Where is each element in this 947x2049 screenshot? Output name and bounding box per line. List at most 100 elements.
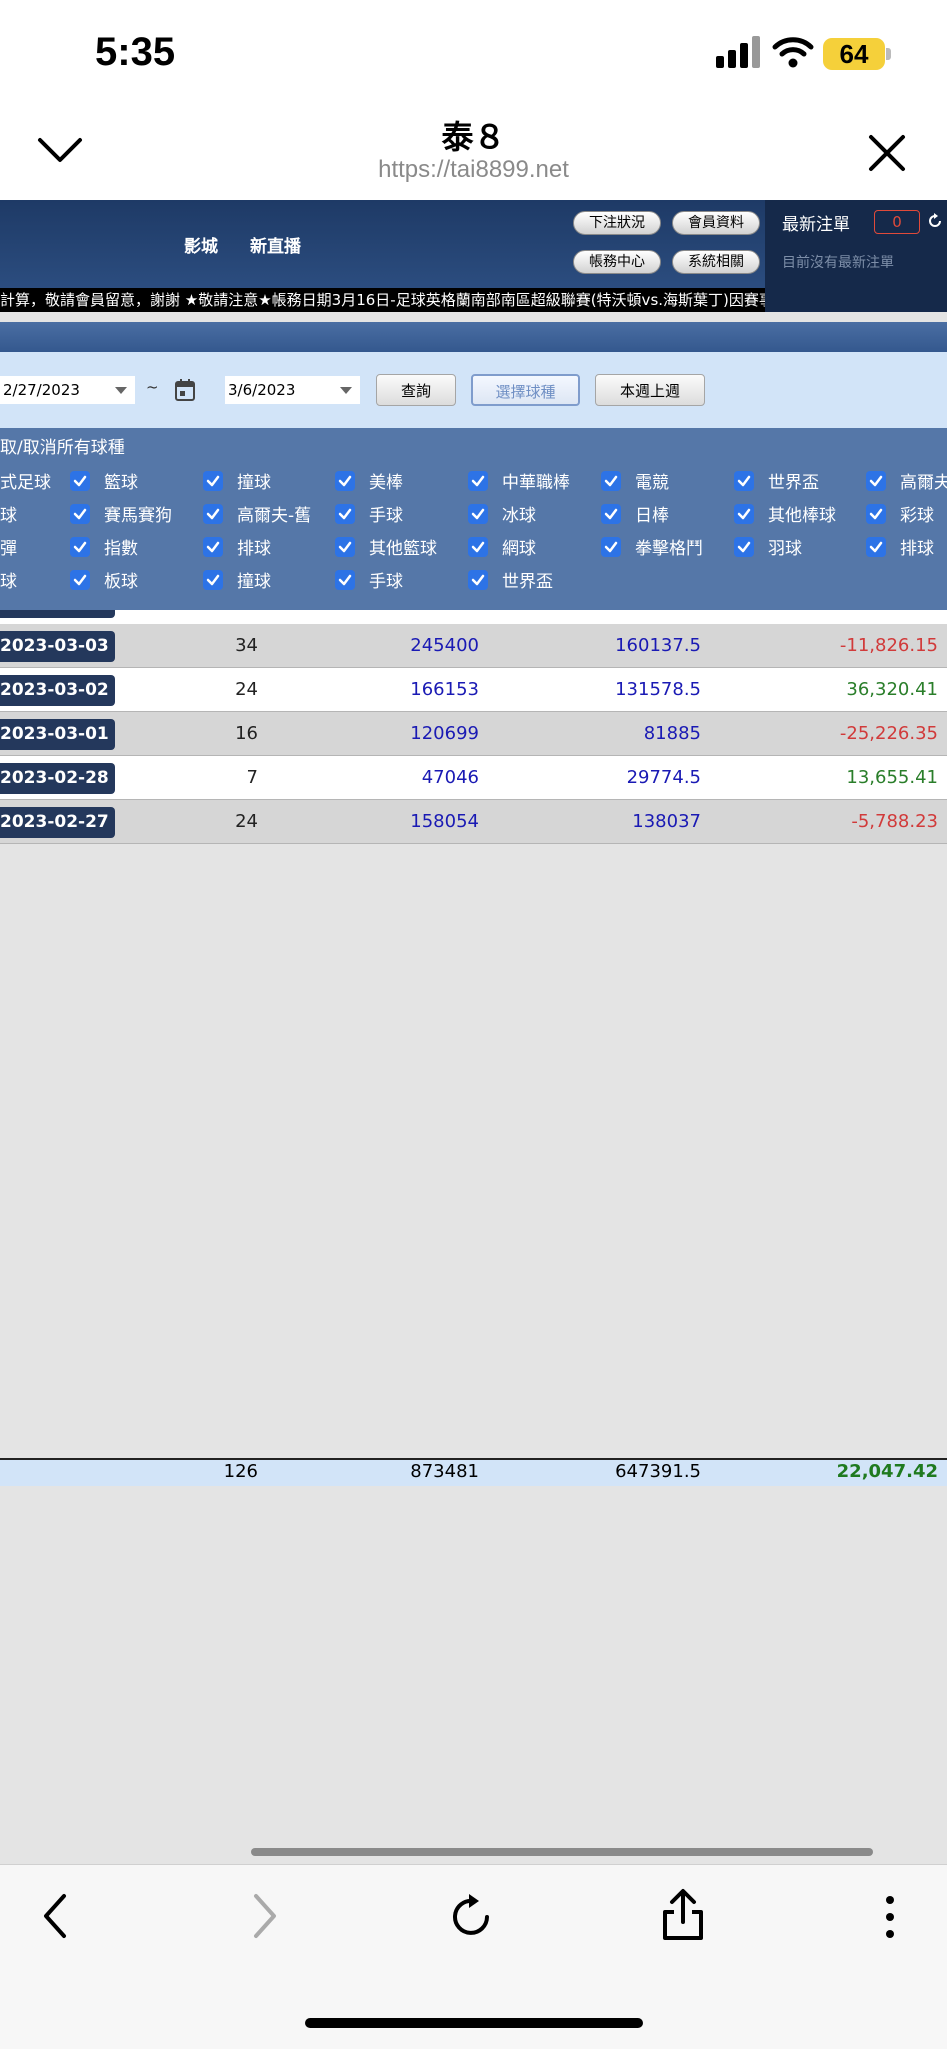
checkbox-icon[interactable] [601,537,621,557]
checkbox-icon[interactable] [866,471,886,491]
checkbox-icon[interactable] [335,504,355,524]
bet-amount[interactable]: 166153 [410,668,479,712]
browser-url: https://tai8899.net [378,156,569,183]
status-time: 5:35 [95,30,176,74]
table-row: 2023-03-03 34 245400 160137.5 -11,826.15 [0,624,947,668]
sport-label: 賽馬賽狗 [104,506,172,526]
checkbox-icon[interactable] [70,504,90,524]
bet-count: 7 [246,767,258,788]
checkbox-icon[interactable] [468,570,488,590]
date-button[interactable]: 2023-02-28 [0,763,115,794]
browser-title: 泰８ [441,118,506,156]
sport-label: 排球 [237,539,271,559]
toggle-all-sports[interactable]: 取/取消所有球種 [0,433,125,458]
checkbox-icon[interactable] [70,537,90,557]
bet-count: 16 [235,723,258,744]
table-top-spacer [0,610,947,624]
select-sport-button[interactable]: 選擇球種 [471,374,580,406]
sport-label: 高爾夫 [900,473,947,493]
date-button[interactable]: 2023-02-27 [0,807,115,838]
table-row: 2023-02-28 7 47046 29774.5 13,655.41 [0,756,947,800]
latest-bets-count: 0 [874,210,920,234]
sport-label: 籃球 [104,473,138,493]
checkbox-icon[interactable] [203,537,223,557]
totals-row: 126 873481 647391.5 22,047.42 [0,1458,947,1486]
sport-label: 手球 [369,572,403,592]
checkbox-icon[interactable] [601,504,621,524]
checkbox-icon[interactable] [70,471,90,491]
chevron-down-icon [115,387,127,394]
horizontal-scrollbar[interactable] [251,1848,873,1856]
bet-count: 24 [235,679,258,700]
sport-label: 電競 [635,473,669,493]
sport-label: 美棒 [369,473,403,493]
checkbox-icon[interactable] [468,471,488,491]
valid-amount[interactable]: 29774.5 [627,756,701,800]
checkbox-icon[interactable] [70,570,90,590]
nav-link-cinema[interactable]: 影城 [184,232,218,257]
sport-label: 拳擊格鬥 [635,539,703,559]
sport-label: 彩球 [900,506,934,526]
sport-label: 網球 [502,539,536,559]
valid-amount[interactable]: 131578.5 [615,668,701,712]
win-loss: -11,826.15 [839,635,938,656]
news-ticker: 計算，敬請會員留意，謝謝 ★敬請注意★帳務日期3月16日-足球英格蘭南部南區超級… [0,288,765,312]
sport-label: 羽球 [768,539,802,559]
sport-label: 中華職棒 [502,473,570,493]
latest-bets-title: 最新注單 [782,215,850,235]
valid-amount[interactable]: 81885 [644,712,701,756]
bet-amount[interactable]: 120699 [410,712,479,756]
date-button[interactable]: 2023-03-03 [0,631,115,662]
section-bar [0,322,947,352]
bet-amount[interactable]: 245400 [410,624,479,668]
bet-count: 24 [235,811,258,832]
valid-amount[interactable]: 138037 [632,800,701,844]
system-button[interactable]: 系統相關 [672,250,760,274]
share-icon[interactable] [660,1888,706,1942]
date-from-value: 2/27/2023 [3,381,80,399]
member-info-button[interactable]: 會員資料 [672,211,760,235]
more-icon[interactable] [882,1894,898,1940]
refresh-icon[interactable] [926,212,944,230]
sport-label: 手球 [369,506,403,526]
checkbox-icon[interactable] [203,471,223,491]
back-icon[interactable] [40,1892,70,1940]
checkbox-icon[interactable] [335,471,355,491]
close-icon[interactable] [868,134,906,172]
reload-icon[interactable] [449,1890,497,1940]
week-button[interactable]: 本週上週 [595,374,705,406]
checkbox-icon[interactable] [335,537,355,557]
bet-amount[interactable]: 158054 [410,800,479,844]
sport-label: 指數 [104,539,138,559]
date-to-input[interactable]: 3/6/2023 [225,376,360,404]
account-center-button[interactable]: 帳務中心 [573,250,661,274]
checkbox-icon[interactable] [866,537,886,557]
checkbox-icon[interactable] [468,537,488,557]
valid-amount[interactable]: 160137.5 [615,624,701,668]
checkbox-icon[interactable] [734,537,754,557]
checkbox-icon[interactable] [866,504,886,524]
checkbox-icon[interactable] [335,570,355,590]
bet-amount[interactable]: 47046 [422,756,479,800]
checkbox-icon[interactable] [203,570,223,590]
checkbox-icon[interactable] [468,504,488,524]
sport-label: 冰球 [502,506,536,526]
calendar-icon[interactable] [174,378,196,402]
totals-result: 22,047.42 [836,1461,938,1482]
bet-status-button[interactable]: 下注狀況 [573,211,661,235]
home-indicator [305,2018,643,2028]
date-button[interactable]: 2023-03-02 [0,675,115,706]
forward-icon[interactable] [250,1892,280,1940]
signal-icon [716,36,760,68]
date-from-input[interactable]: 2/27/2023 [0,376,135,404]
sport-label: 彈 [0,539,17,559]
query-button[interactable]: 查詢 [376,374,456,406]
checkbox-icon[interactable] [601,471,621,491]
checkbox-icon[interactable] [734,471,754,491]
checkbox-icon[interactable] [203,504,223,524]
nav-link-live[interactable]: 新直播 [250,232,301,257]
date-button[interactable]: 2023-03-01 [0,719,115,750]
checkbox-icon[interactable] [734,504,754,524]
report-table: 2023-03-03 34 245400 160137.5 -11,826.15 2023… [0,610,947,1486]
date-to-value: 3/6/2023 [228,381,296,399]
